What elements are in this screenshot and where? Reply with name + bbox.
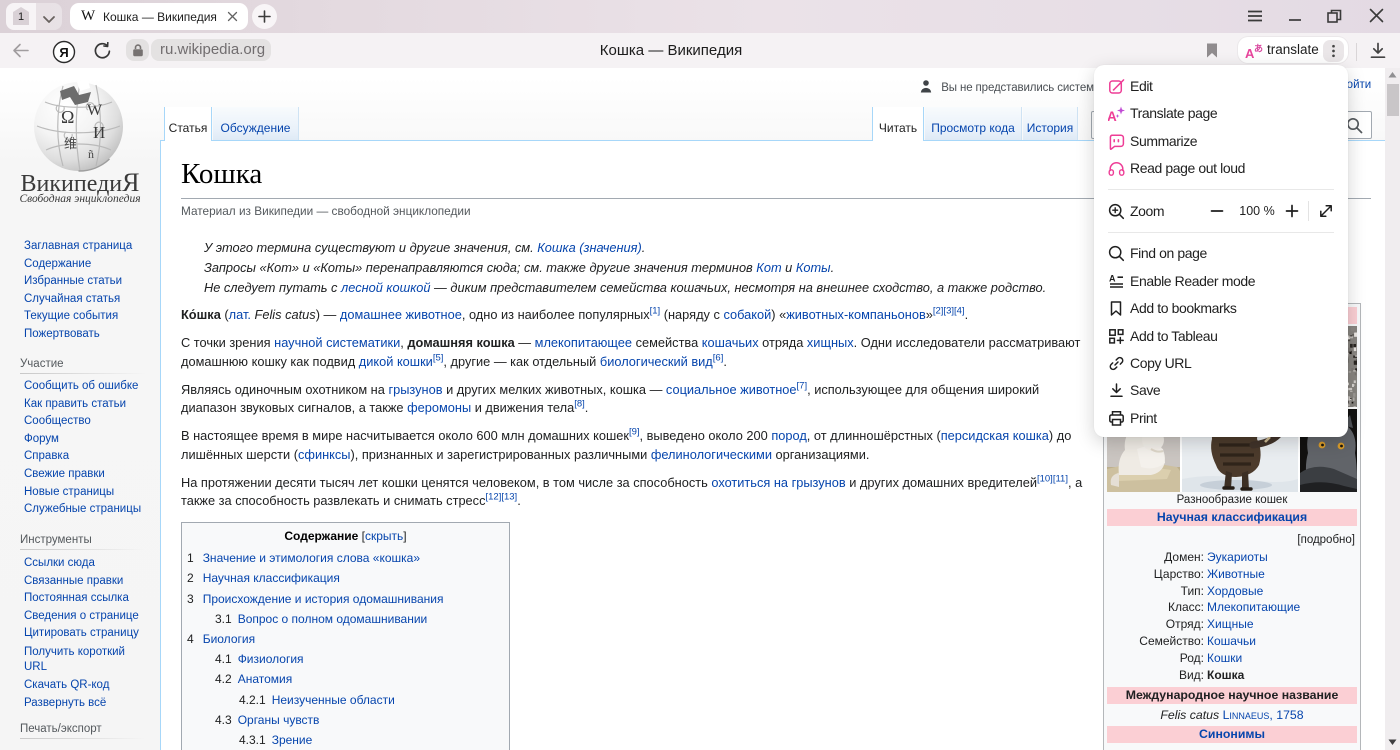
svg-text:И: И: [93, 123, 105, 142]
svg-text:ñ: ñ: [88, 147, 94, 161]
svg-text:Я: Я: [59, 45, 68, 60]
svg-text:维: 维: [64, 136, 77, 151]
svg-text:W: W: [87, 102, 103, 119]
svg-text:Ω: Ω: [61, 107, 74, 127]
svg-text:あ: あ: [1254, 44, 1263, 54]
svg-text:A: A: [1109, 273, 1116, 283]
